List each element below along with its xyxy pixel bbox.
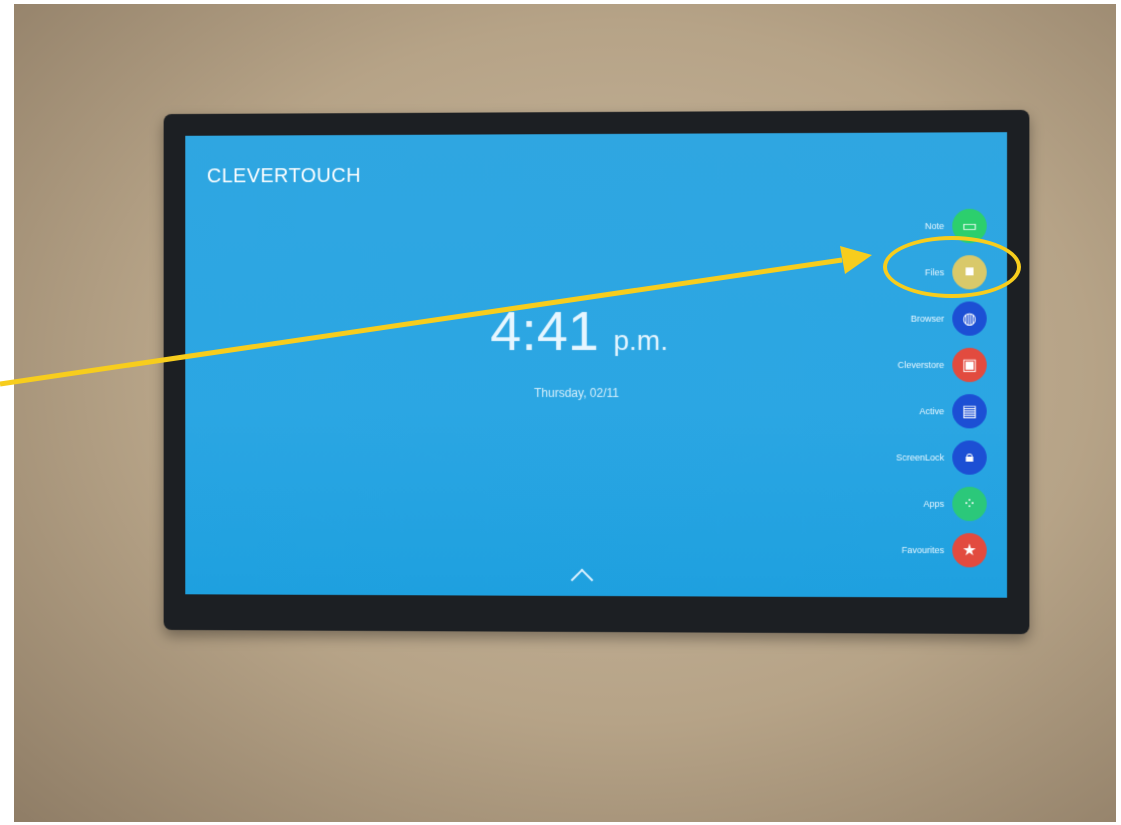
- annotation-arrow: [0, 0, 1121, 825]
